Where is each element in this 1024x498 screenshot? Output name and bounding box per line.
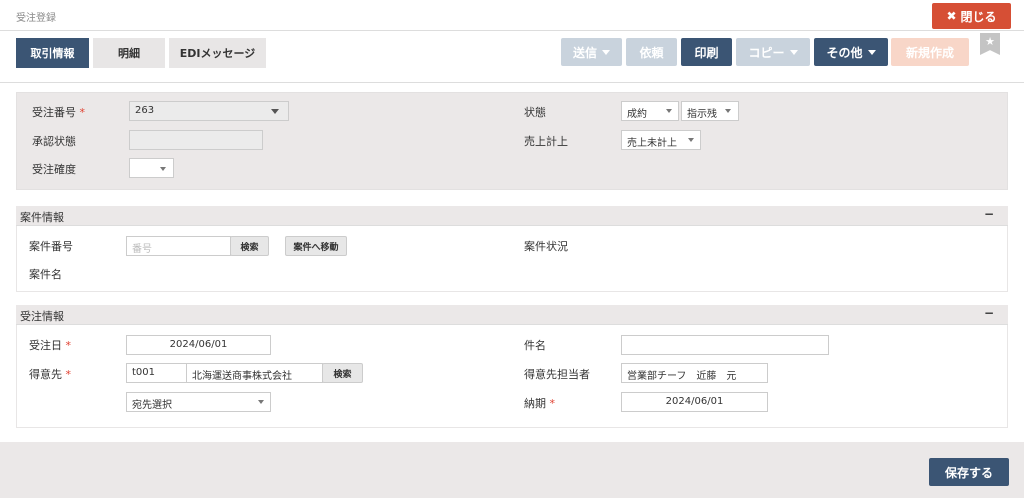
- close-button[interactable]: ✖ 閉じる: [932, 3, 1011, 29]
- bookmark-icon[interactable]: ★: [980, 33, 1000, 55]
- approval-label: 承認状態: [32, 135, 76, 148]
- close-label: 閉じる: [960, 9, 997, 24]
- star-icon: ★: [985, 35, 995, 48]
- sales-label: 売上計上: [524, 135, 568, 148]
- approval-field: [129, 130, 263, 150]
- order-section-header[interactable]: 受注情報 −: [16, 305, 1008, 325]
- due-date-label: 納期 *: [524, 397, 555, 410]
- request-button[interactable]: 依頼: [626, 38, 677, 66]
- customer-code-input[interactable]: t001: [126, 363, 187, 383]
- case-status-label: 案件状況: [524, 240, 568, 253]
- collapse-icon[interactable]: −: [984, 207, 994, 221]
- case-search-button[interactable]: 検索: [230, 236, 269, 256]
- footer-bar: [0, 442, 1024, 498]
- page-title: 受注登録: [16, 13, 56, 24]
- new-button[interactable]: 新規作成: [891, 38, 969, 66]
- customer-search-button[interactable]: 検索: [322, 363, 363, 383]
- tab-edi-message[interactable]: EDIメッセージ: [169, 38, 266, 68]
- order-date-label: 受注日 *: [29, 339, 71, 352]
- case-section-title: 案件情報: [20, 211, 64, 224]
- save-button[interactable]: 保存する: [929, 458, 1009, 486]
- other-label: その他: [826, 45, 863, 60]
- certainty-select[interactable]: [129, 158, 174, 178]
- close-icon: ✖: [946, 9, 957, 23]
- order-section-title: 受注情報: [20, 310, 64, 323]
- subject-label: 件名: [524, 339, 546, 352]
- collapse-icon[interactable]: −: [984, 306, 994, 320]
- divider: [0, 82, 1024, 83]
- case-name-label: 案件名: [29, 268, 62, 281]
- copy-label: コピー: [748, 45, 785, 60]
- chevron-down-icon: [271, 109, 279, 114]
- chevron-down-icon: [258, 400, 264, 404]
- chevron-down-icon: [867, 49, 876, 55]
- chevron-down-icon: [688, 138, 694, 142]
- case-no-input[interactable]: 番号: [126, 236, 231, 256]
- other-button[interactable]: その他: [814, 38, 888, 66]
- chevron-down-icon: [160, 167, 166, 171]
- tab-details[interactable]: 明細: [93, 38, 165, 68]
- tab-bar: 取引情報 明細 EDIメッセージ: [16, 38, 266, 68]
- chevron-down-icon: [666, 109, 672, 113]
- chevron-down-icon: [789, 49, 798, 55]
- due-date-input[interactable]: 2024/06/01: [621, 392, 768, 412]
- order-no-select[interactable]: 263: [129, 101, 289, 121]
- order-date-input[interactable]: 2024/06/01: [126, 335, 271, 355]
- contact-input[interactable]: 営業部チーフ 近藤 元: [621, 363, 768, 383]
- print-button[interactable]: 印刷: [681, 38, 732, 66]
- send-button[interactable]: 送信: [561, 38, 622, 66]
- chevron-down-icon: [602, 49, 610, 55]
- order-no-label: 受注番号 *: [32, 106, 85, 119]
- customer-name-input[interactable]: 北海運送商事株式会社: [186, 363, 323, 383]
- top-bar: 受注登録: [0, 0, 1024, 31]
- contact-label: 得意先担当者: [524, 368, 590, 381]
- copy-button[interactable]: コピー: [736, 38, 810, 66]
- move-to-case-button[interactable]: 案件へ移動: [285, 236, 347, 256]
- send-label: 送信: [572, 45, 597, 60]
- customer-label: 得意先 *: [29, 368, 71, 381]
- address-select[interactable]: 宛先選択: [126, 392, 271, 412]
- status-label: 状態: [524, 106, 546, 119]
- case-no-label: 案件番号: [29, 240, 73, 253]
- certainty-label: 受注確度: [32, 163, 76, 176]
- tab-transaction-info[interactable]: 取引情報: [16, 38, 89, 68]
- subject-input[interactable]: [621, 335, 829, 355]
- case-section-header[interactable]: 案件情報 −: [16, 206, 1008, 226]
- chevron-down-icon: [725, 109, 731, 113]
